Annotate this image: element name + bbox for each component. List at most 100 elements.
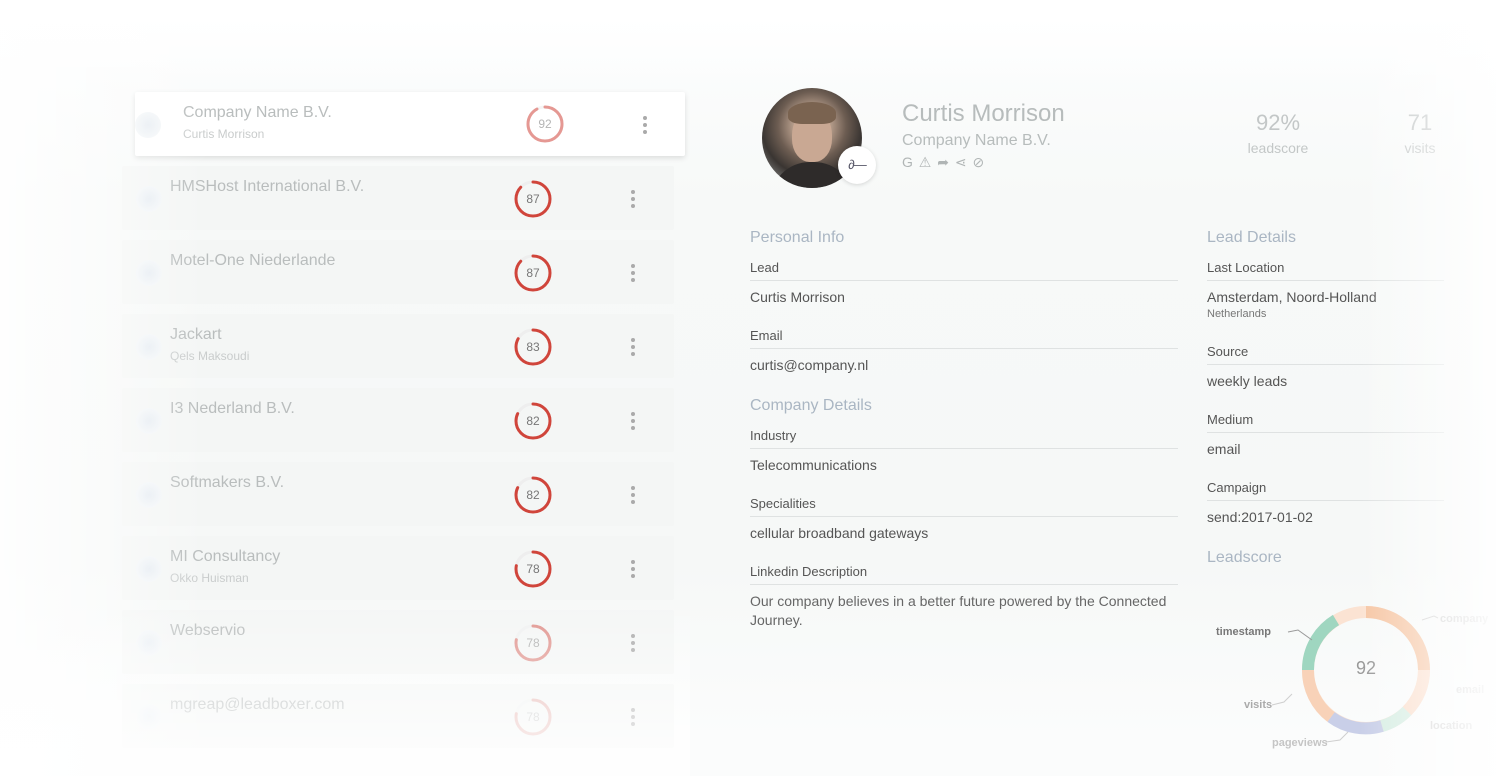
more-options-icon[interactable]	[629, 264, 637, 284]
leadscore-value: 92	[538, 117, 552, 131]
linkedin-label: Linkedin Description	[750, 564, 868, 579]
divider	[750, 516, 1178, 517]
leadscore-ring: 83	[512, 326, 554, 368]
company-details-title: Company Details	[750, 397, 872, 414]
profile-company: Company Name B.V.	[902, 132, 1051, 149]
more-options-icon[interactable]	[629, 190, 637, 210]
donut-segment-email	[1402, 669, 1430, 716]
kebab-dot	[631, 493, 635, 497]
profile-name: Curtis Morrison	[902, 100, 1065, 127]
leadboxer-logo-icon[interactable]: ∂—	[838, 146, 876, 184]
divider	[750, 584, 1178, 585]
leadscore-ring: 78	[512, 548, 554, 590]
more-options-icon[interactable]	[629, 560, 637, 580]
leadscore-ring: 92	[524, 103, 566, 145]
lead-company-name: I3 Nederland B.V.	[170, 400, 295, 417]
app-background: Company Name B.V. Curtis Morrison 92 HMSHos…	[0, 0, 1496, 776]
lead-list-item[interactable]: Softmakers B.V. 82	[122, 462, 674, 526]
card-icon	[136, 482, 162, 508]
more-options-icon[interactable]	[629, 338, 637, 358]
more-options-icon[interactable]	[641, 116, 649, 136]
specialities-label: Specialities	[750, 496, 816, 511]
lead-list-item[interactable]: Webservio 78	[122, 610, 674, 674]
lead-company-name: HMSHost International B.V.	[170, 178, 365, 195]
source-value: weekly leads	[1207, 373, 1288, 389]
divider	[750, 280, 1178, 281]
profile-action-icons[interactable]: G ⚠ ➦ ⋖ ⊘	[902, 154, 985, 171]
donut-label-company: company	[1440, 613, 1489, 625]
lead-company-name: Company Name B.V.	[183, 104, 332, 121]
leader-line-pageviews	[1325, 731, 1349, 743]
kebab-dot	[631, 648, 635, 652]
more-options-icon[interactable]	[629, 634, 637, 654]
lead-list-item[interactable]: mgreap@leadboxer.com 78	[122, 684, 674, 748]
lead-details-title: Lead Details	[1207, 229, 1296, 246]
donut-label-visits: visits	[1244, 699, 1273, 711]
donut-segment-timestamp	[1301, 614, 1340, 671]
more-options-icon[interactable]	[629, 708, 637, 728]
industry-value: Telecommunications	[750, 457, 877, 473]
kebab-dot	[631, 715, 635, 719]
leadscore-value: 82	[526, 488, 540, 502]
kebab-dot	[631, 560, 635, 564]
donut-segment-pageviews	[1327, 712, 1384, 735]
leadscore-value: 78	[526, 710, 540, 724]
last-location-label: Last Location	[1207, 260, 1285, 275]
kebab-dot	[631, 634, 635, 638]
email-value[interactable]: curtis@company.nl	[750, 357, 868, 373]
stat-visits: 71 visits	[1390, 110, 1450, 156]
leadscore-ring: 82	[512, 474, 554, 516]
kebab-dot	[631, 338, 635, 342]
kebab-dot	[631, 486, 635, 490]
last-location-value: Amsterdam, Noord-Holland	[1207, 289, 1377, 305]
lead-contact-name: Okko Huisman	[170, 571, 249, 585]
stat-visits-label: visits	[1404, 140, 1436, 156]
leadscore-ring: 87	[512, 178, 554, 220]
kebab-dot	[631, 641, 635, 645]
lead-list-item[interactable]: Company Name B.V. Curtis Morrison 92	[135, 92, 685, 156]
lead-list: Company Name B.V. Curtis Morrison 92 HMSHos…	[0, 0, 690, 776]
more-options-icon[interactable]	[629, 486, 637, 506]
lead-value: Curtis Morrison	[750, 289, 845, 305]
last-location-country: Netherlands	[1207, 308, 1267, 320]
globe-icon	[135, 112, 161, 138]
lead-list-item[interactable]: Jackart Qels Maksoudi 83	[122, 314, 674, 378]
kebab-dot	[631, 574, 635, 578]
donut-segment-location	[1380, 706, 1412, 732]
leadscore-value: 82	[526, 414, 540, 428]
lead-company-name: mgreap@leadboxer.com	[170, 696, 345, 713]
campaign-label: Campaign	[1207, 480, 1267, 495]
personal-info-title: Personal Info	[750, 229, 845, 246]
kebab-dot	[631, 204, 635, 208]
divider	[750, 448, 1178, 449]
leadscore-ring: 78	[512, 622, 554, 664]
lead-company-name: Jackart	[170, 326, 222, 343]
lead-list-item[interactable]: Motel-One Niederlande 87	[122, 240, 674, 304]
kebab-dot	[631, 412, 635, 416]
divider	[1207, 500, 1444, 501]
leadscore-ring: 87	[512, 252, 554, 294]
campaign-value: send:2017-01-02	[1207, 509, 1313, 525]
linkedin-value: Our company believes in a better future …	[750, 593, 1167, 628]
leadscore-ring: 78	[512, 696, 554, 738]
lead-company-name: Softmakers B.V.	[170, 474, 285, 491]
lead-label: Lead	[750, 260, 779, 275]
kebab-dot	[631, 426, 635, 430]
specialities-value: cellular broadband gateways	[750, 525, 929, 541]
kebab-dot	[631, 708, 635, 712]
medium-value: email	[1207, 441, 1241, 457]
shield-icon	[136, 408, 162, 434]
more-options-icon[interactable]	[629, 412, 637, 432]
stat-visits-value: 71	[1407, 110, 1433, 135]
company-logo-icon	[136, 260, 162, 286]
avatar-hair	[788, 102, 836, 124]
donut-label-location: location	[1430, 720, 1473, 732]
email-label: Email	[750, 328, 783, 343]
divider	[750, 348, 1178, 349]
leadscore-donut-chart: 92 timestamp company email location visi…	[1200, 590, 1496, 776]
lead-list-item[interactable]: MI Consultancy Okko Huisman 78	[122, 536, 674, 600]
donut-label-pageviews: pageviews	[1272, 737, 1328, 749]
kebab-dot	[631, 345, 635, 349]
lead-list-item[interactable]: HMSHost International B.V. 87	[122, 166, 674, 230]
lead-list-item[interactable]: I3 Nederland B.V. 82	[122, 388, 674, 452]
